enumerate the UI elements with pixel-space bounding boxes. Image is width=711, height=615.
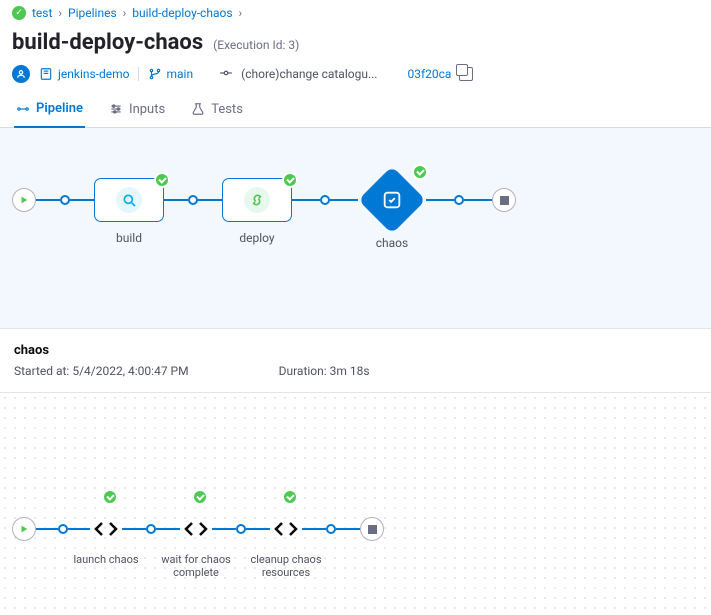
meta-bar: jenkins-demo main (chore)change catalogu… (0, 65, 711, 91)
check-icon (282, 489, 298, 505)
step-label: cleanup chaos resources (236, 553, 336, 579)
trigger-user-icon[interactable] (12, 65, 30, 83)
repo-name: jenkins-demo (58, 67, 130, 81)
check-icon (412, 164, 428, 180)
tab-pipeline[interactable]: Pipeline (14, 91, 85, 128)
tab-bar: Pipeline Inputs Tests (0, 91, 711, 128)
stage-chaos[interactable]: chaos (358, 166, 426, 234)
step-cleanup-chaos[interactable]: cleanup chaos resources (270, 513, 302, 545)
connector-dot (320, 195, 330, 205)
stage-build[interactable]: build (94, 178, 164, 222)
breadcrumb-item[interactable]: Pipelines (68, 6, 117, 20)
breadcrumb-item[interactable]: test (32, 6, 52, 20)
copy-icon[interactable] (459, 67, 473, 81)
end-node[interactable] (360, 517, 384, 541)
chevron-right-icon: › (58, 6, 62, 20)
tab-label: Pipeline (36, 101, 83, 116)
commit-icon (219, 66, 233, 83)
chevron-right-icon: › (239, 6, 243, 20)
breadcrumb: ✓ test › Pipelines › build-deploy-chaos … (0, 0, 711, 26)
tab-label: Inputs (129, 102, 165, 117)
execution-id: (Execution Id: 3) (213, 38, 299, 52)
connector-dot (326, 524, 336, 534)
end-node[interactable] (492, 188, 516, 212)
commit-sha[interactable]: 03f20ca (407, 67, 451, 81)
check-icon (192, 489, 208, 505)
chevron-right-icon: › (123, 6, 127, 20)
pipeline-canvas: build deploy chaos (0, 128, 711, 328)
connector-dot (58, 524, 68, 534)
connector-dot (60, 195, 70, 205)
connector-dot (236, 524, 246, 534)
breadcrumb-item[interactable]: build-deploy-chaos (132, 6, 232, 20)
branch-name: main (167, 67, 194, 81)
step-launch-chaos[interactable]: launch chaos (90, 513, 122, 545)
duration-label: Duration: (279, 364, 327, 378)
tab-inputs[interactable]: Inputs (107, 92, 167, 127)
connector-dot (454, 195, 464, 205)
stage-deploy[interactable]: deploy (222, 178, 292, 222)
step-label: launch chaos (56, 553, 156, 566)
separator (138, 67, 139, 81)
start-node[interactable] (12, 188, 36, 212)
page-title: build-deploy-chaos (12, 30, 203, 55)
started-label: Started at: (14, 364, 69, 378)
check-icon (282, 172, 298, 188)
step-label: wait for chaos complete (146, 553, 246, 579)
started-value: 5/4/2022, 4:00:47 PM (72, 364, 188, 378)
repo-chip[interactable]: jenkins-demo (38, 66, 130, 82)
check-icon (102, 489, 118, 505)
check-icon (154, 172, 170, 188)
branch-icon (147, 66, 163, 82)
stage-label: chaos (358, 236, 426, 250)
details-name: chaos (14, 343, 697, 358)
tab-label: Tests (211, 102, 243, 117)
connector-dot (146, 524, 156, 534)
start-node[interactable] (12, 517, 36, 541)
tab-tests[interactable]: Tests (189, 92, 245, 127)
step-wait-for-chaos[interactable]: wait for chaos complete (180, 513, 212, 545)
branch-chip[interactable]: main (147, 66, 194, 82)
steps-canvas: launch chaos wait for chaos complete cle… (0, 392, 711, 615)
duration-value: 3m 18s (330, 364, 370, 378)
stage-details: chaos Started at: 5/4/2022, 4:00:47 PM D… (0, 328, 711, 392)
stage-label: build (95, 231, 163, 245)
shield-icon: ✓ (12, 6, 26, 20)
connector-dot (188, 195, 198, 205)
page-heading: build-deploy-chaos (Execution Id: 3) (0, 26, 711, 65)
repo-icon (38, 66, 54, 82)
stage-label: deploy (223, 231, 291, 245)
commit-message: (chore)change catalogu... (241, 67, 377, 81)
